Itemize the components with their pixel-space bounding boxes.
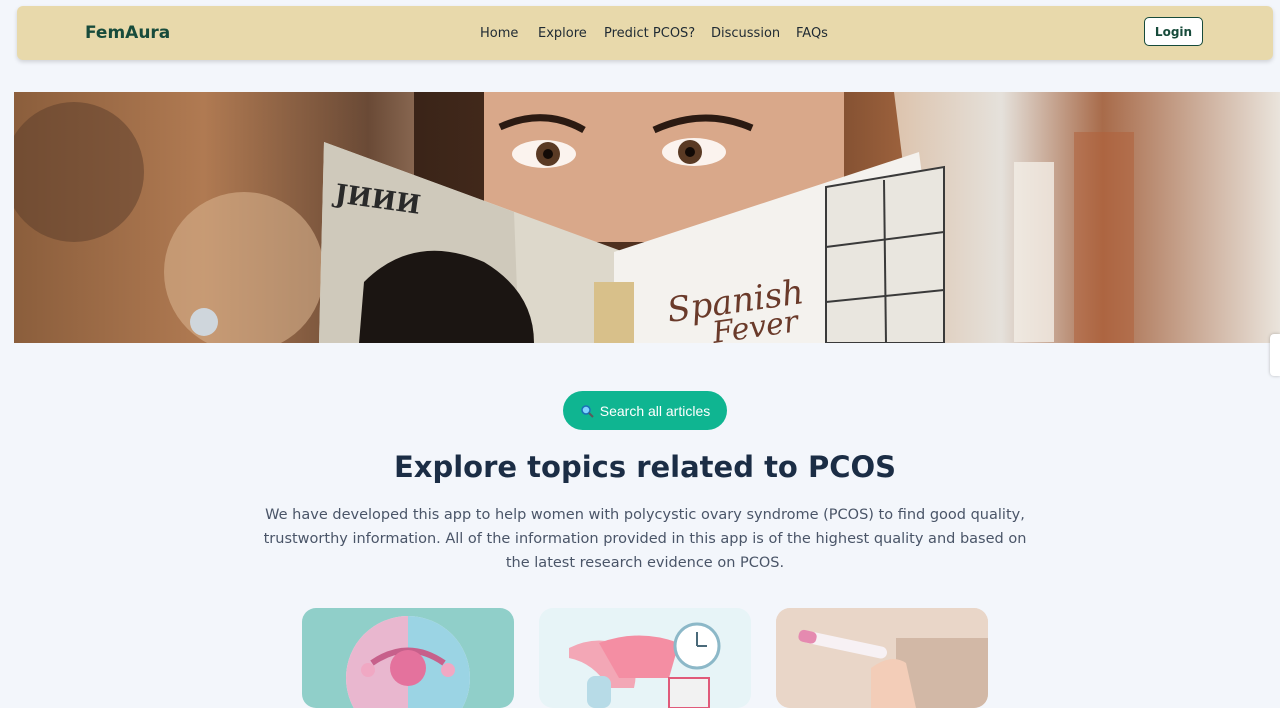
login-button[interactable]: Login	[1144, 17, 1203, 46]
pregnancy-test-illustration	[776, 608, 988, 708]
hero-illustration: ЈИИИ Spanish Fever	[14, 92, 1134, 343]
nav-home-link[interactable]: Home	[480, 26, 518, 41]
navbar: FemAura Home Explore Predict PCOS? Discu…	[17, 6, 1273, 60]
topic-card-3[interactable]	[776, 608, 988, 708]
side-scroll-tab[interactable]	[1270, 334, 1280, 376]
brand-logo[interactable]: FemAura	[85, 23, 170, 43]
search-all-articles-button[interactable]: Search all articles	[563, 391, 727, 430]
nav-predict-pcos-link[interactable]: Predict PCOS?	[604, 26, 695, 41]
nav-faqs-link[interactable]: FAQs	[796, 26, 828, 41]
uterus-clock-illustration	[569, 622, 721, 708]
search-all-articles-label: Search all articles	[599, 402, 711, 419]
nav-explore-link[interactable]: Explore	[538, 26, 587, 41]
nav-discussion-link[interactable]: Discussion	[711, 26, 780, 41]
hero-image: ЈИИИ Spanish Fever	[14, 92, 1280, 343]
topic-card-1[interactable]	[302, 608, 514, 708]
uterus-flower-illustration	[346, 616, 470, 708]
search-icon	[580, 404, 594, 418]
topic-card-2[interactable]	[539, 608, 751, 708]
intro-text: We have developed this app to help women…	[263, 507, 1027, 571]
section-title: Explore topics related to PCOS	[393, 450, 897, 484]
